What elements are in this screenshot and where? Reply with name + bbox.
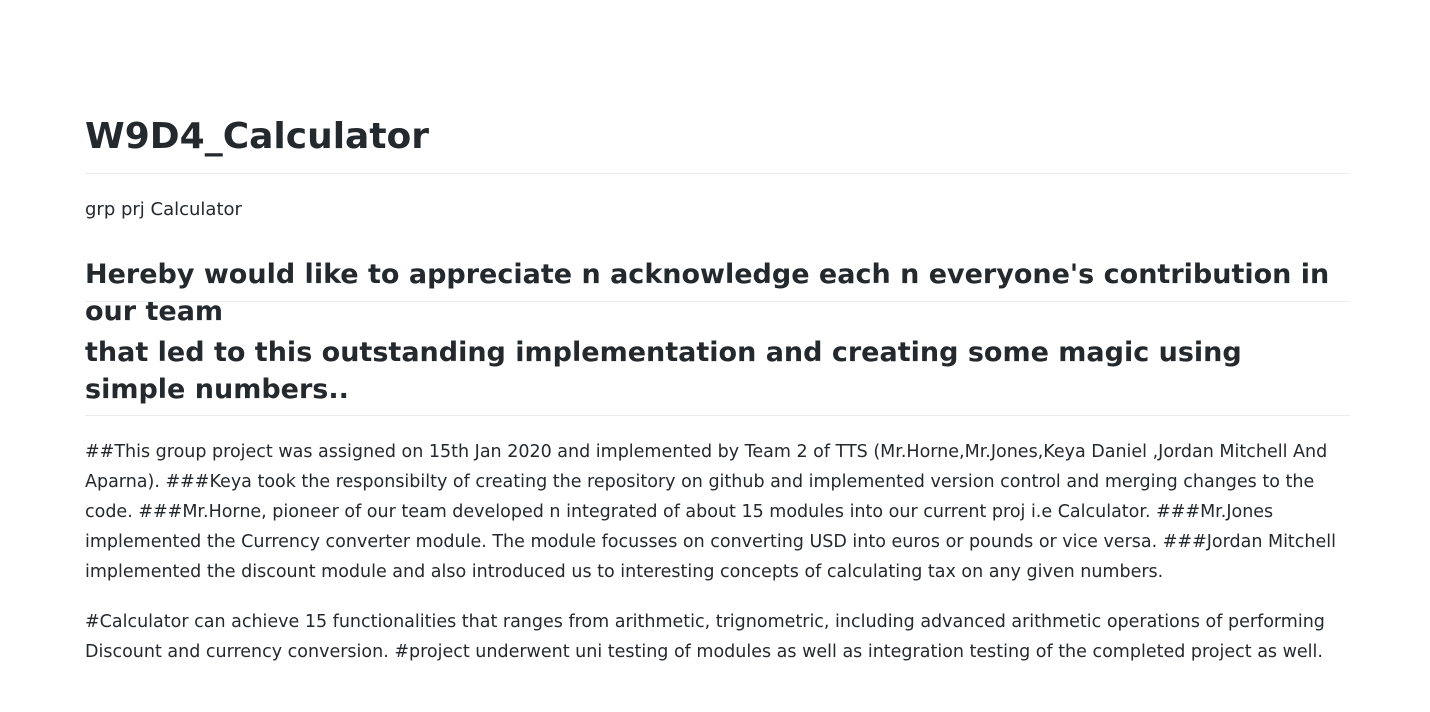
acknowledgement-heading: Hereby would like to appreciate n acknow…	[85, 259, 1330, 327]
heading-divider-2	[85, 415, 1350, 416]
heading-divider-1	[85, 301, 1350, 302]
implementation-heading: that led to this outstanding implementat…	[85, 337, 1242, 405]
project-description: grp prj Calculator	[85, 199, 242, 220]
functionality-paragraph: #Calculator can achieve 15 functionaliti…	[85, 612, 1325, 662]
team-contributions-paragraph: ##This group project was assigned on 15t…	[85, 442, 1336, 582]
title-divider	[85, 173, 1350, 174]
page-title: W9D4_Calculator	[85, 116, 430, 157]
